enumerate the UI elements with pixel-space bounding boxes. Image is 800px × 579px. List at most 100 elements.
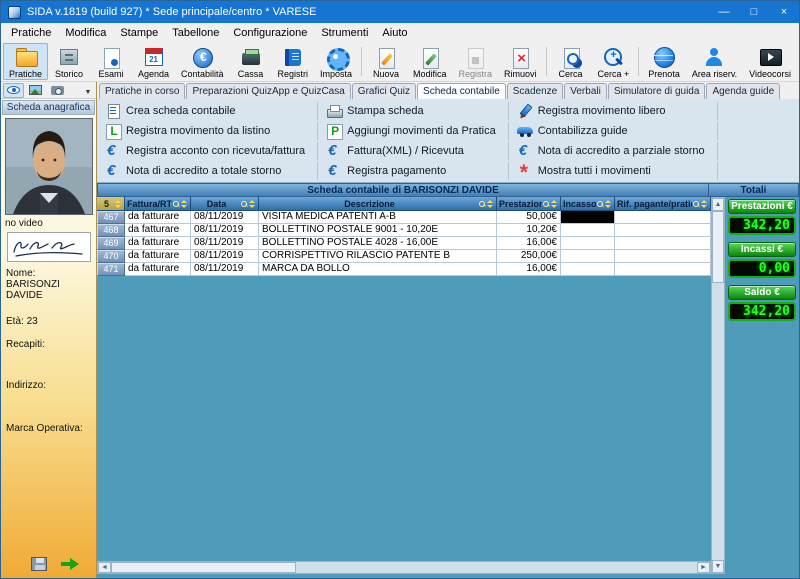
filter-icon[interactable]	[173, 200, 180, 208]
tab-simulatore-di-guida[interactable]: Simulatore di guida	[608, 83, 706, 99]
toolbar-button-imposta[interactable]: Imposta	[314, 43, 358, 80]
maximize-button[interactable]: □	[739, 1, 769, 23]
menu-configurazione[interactable]: Configurazione	[226, 25, 314, 41]
toolbar-button-agenda[interactable]: Agenda	[132, 43, 175, 80]
cell-prestazione[interactable]: 10,20€	[497, 224, 561, 237]
cell-prestazione[interactable]: 250,00€	[497, 250, 561, 263]
table-row[interactable]: 468 da fatturare 08/11/2019 BOLLETTINO P…	[97, 224, 711, 237]
cell-descrizione[interactable]: CORRISPETTIVO RILASCIO PATENTE B	[259, 250, 497, 263]
horizontal-scrollbar[interactable]	[97, 561, 711, 574]
sort-icon[interactable]	[551, 200, 558, 208]
image-view-button[interactable]	[25, 83, 46, 98]
menu-stampe[interactable]: Stampe	[113, 25, 165, 41]
action-registra-movimento-libero[interactable]: Registra movimento libero	[513, 102, 718, 120]
cell-descrizione[interactable]: BOLLETTINO POSTALE 4028 - 16,00E	[259, 237, 497, 250]
cell-fattura[interactable]: da fatturare	[125, 237, 191, 250]
toolbar-button-videocorsi[interactable]: Videocorsi	[743, 43, 797, 80]
cell-descrizione[interactable]: VISITA MEDICA PATENTI A-B	[259, 211, 497, 224]
forward-arrow-icon[interactable]	[61, 558, 79, 570]
action-nota-di-accredito-a-parziale-storno[interactable]: Nota di accredito a parziale storno	[513, 142, 718, 160]
toolbar-button-rimuovi[interactable]: Rimuovi	[498, 43, 543, 80]
sort-icon[interactable]	[701, 200, 708, 208]
menu-tabellone[interactable]: Tabellone	[165, 25, 226, 41]
webcam-button[interactable]	[47, 83, 68, 98]
toolbar-button-cerca[interactable]: Cerca +	[592, 43, 636, 80]
cell-descrizione[interactable]: MARCA DA BOLLO	[259, 263, 497, 276]
corner-cell[interactable]: 5	[97, 197, 125, 211]
cell-rif-pagante[interactable]	[615, 250, 711, 263]
close-button[interactable]: ×	[769, 1, 799, 23]
action-fattura-xml-ricevuta[interactable]: Fattura(XML) / Ricevuta	[322, 142, 509, 160]
cell-rif-pagante[interactable]	[615, 224, 711, 237]
filter-icon[interactable]	[543, 200, 550, 208]
cell-incasso[interactable]	[561, 263, 615, 276]
action-crea-scheda-contabile[interactable]: Crea scheda contabile	[101, 102, 318, 120]
tab-scheda-contabile[interactable]: Scheda contabile	[417, 83, 506, 99]
menu-modifica[interactable]: Modifica	[58, 25, 113, 41]
minimize-button[interactable]: —	[709, 1, 739, 23]
sort-icon[interactable]	[487, 200, 494, 208]
tab-verbali[interactable]: Verbali	[564, 83, 607, 99]
filter-icon[interactable]	[693, 200, 700, 208]
toolbar-button-cerca[interactable]: Cerca	[550, 43, 592, 80]
toolbar-button-storico[interactable]: Storico	[48, 43, 90, 80]
horizontal-scroll-track[interactable]	[296, 562, 697, 573]
sort-icon[interactable]	[115, 200, 122, 208]
filter-icon[interactable]	[597, 200, 604, 208]
column-fattura-rt[interactable]: Fattura/RT	[125, 197, 191, 211]
cell-data[interactable]: 08/11/2019	[191, 263, 259, 276]
cell-incasso[interactable]	[561, 250, 615, 263]
tab-pratiche-in-corso[interactable]: Pratiche in corso	[99, 83, 185, 99]
cell-prestazione[interactable]: 16,00€	[497, 263, 561, 276]
menu-aiuto[interactable]: Aiuto	[375, 25, 414, 41]
cell-fattura[interactable]: da fatturare	[125, 224, 191, 237]
sort-icon[interactable]	[605, 200, 612, 208]
scroll-up-button[interactable]	[712, 198, 724, 211]
cell-rif-pagante[interactable]	[615, 211, 711, 224]
action-registra-acconto-con-ricevuta-fattura[interactable]: Registra acconto con ricevuta/fattura	[101, 142, 318, 160]
cell-prestazione[interactable]: 16,00€	[497, 237, 561, 250]
scroll-right-button[interactable]	[697, 562, 710, 573]
cell-data[interactable]: 08/11/2019	[191, 224, 259, 237]
action-registra-pagamento[interactable]: Registra pagamento	[322, 162, 509, 180]
cell-incasso[interactable]	[561, 224, 615, 237]
sort-icon[interactable]	[181, 200, 188, 208]
cell-data[interactable]: 08/11/2019	[191, 250, 259, 263]
action-nota-di-accredito-a-totale-storno[interactable]: Nota di accredito a totale storno	[101, 162, 318, 180]
filter-icon[interactable]	[479, 200, 486, 208]
tab-scadenze[interactable]: Scadenze	[507, 83, 563, 99]
table-row[interactable]: 469 da fatturare 08/11/2019 BOLLETTINO P…	[97, 237, 711, 250]
action-contabilizza-guide[interactable]: Contabilizza guide	[513, 122, 718, 140]
menu-pratiche[interactable]: Pratiche	[4, 25, 58, 41]
cell-incasso[interactable]	[561, 211, 615, 224]
cell-incasso[interactable]	[561, 237, 615, 250]
action-registra-movimento-da-listino[interactable]: Registra movimento da listino	[101, 122, 318, 140]
row-number-cell[interactable]: 470	[97, 250, 125, 263]
toolbar-button-prenota[interactable]: Prenota	[642, 43, 686, 80]
sort-icon[interactable]	[249, 200, 256, 208]
vertical-scrollbar[interactable]	[711, 197, 725, 574]
vertical-scroll-track[interactable]	[712, 283, 724, 560]
row-number-cell[interactable]: 469	[97, 237, 125, 250]
photo-view-button[interactable]	[3, 83, 24, 98]
vertical-scroll-thumb[interactable]	[712, 211, 724, 283]
row-number-cell[interactable]: 471	[97, 263, 125, 276]
save-icon[interactable]	[31, 557, 47, 571]
menu-strumenti[interactable]: Strumenti	[314, 25, 375, 41]
horizontal-scroll-thumb[interactable]	[111, 562, 296, 573]
toolbar-button-registra[interactable]: Registra	[453, 43, 499, 80]
toolbar-button-pratiche[interactable]: Pratiche	[3, 43, 48, 80]
toolbar-button-registri[interactable]: Registri	[272, 43, 315, 80]
row-number-cell[interactable]: 467	[97, 211, 125, 224]
column-data[interactable]: Data	[191, 197, 259, 211]
action-aggiungi-movimenti-da-pratica[interactable]: Aggiungi movimenti da Pratica	[322, 122, 509, 140]
scroll-left-button[interactable]	[98, 562, 111, 573]
toolbar-button-nuova[interactable]: Nuova	[365, 43, 407, 80]
toolbar-button-cassa[interactable]: Cassa	[230, 43, 272, 80]
toolbar-button-area-riserv[interactable]: Area riserv.	[686, 43, 743, 80]
filter-icon[interactable]	[241, 200, 248, 208]
table-row[interactable]: 467 da fatturare 08/11/2019 VISITA MEDIC…	[97, 211, 711, 224]
row-number-cell[interactable]: 468	[97, 224, 125, 237]
cell-prestazione[interactable]: 50,00€	[497, 211, 561, 224]
cell-fattura[interactable]: da fatturare	[125, 211, 191, 224]
